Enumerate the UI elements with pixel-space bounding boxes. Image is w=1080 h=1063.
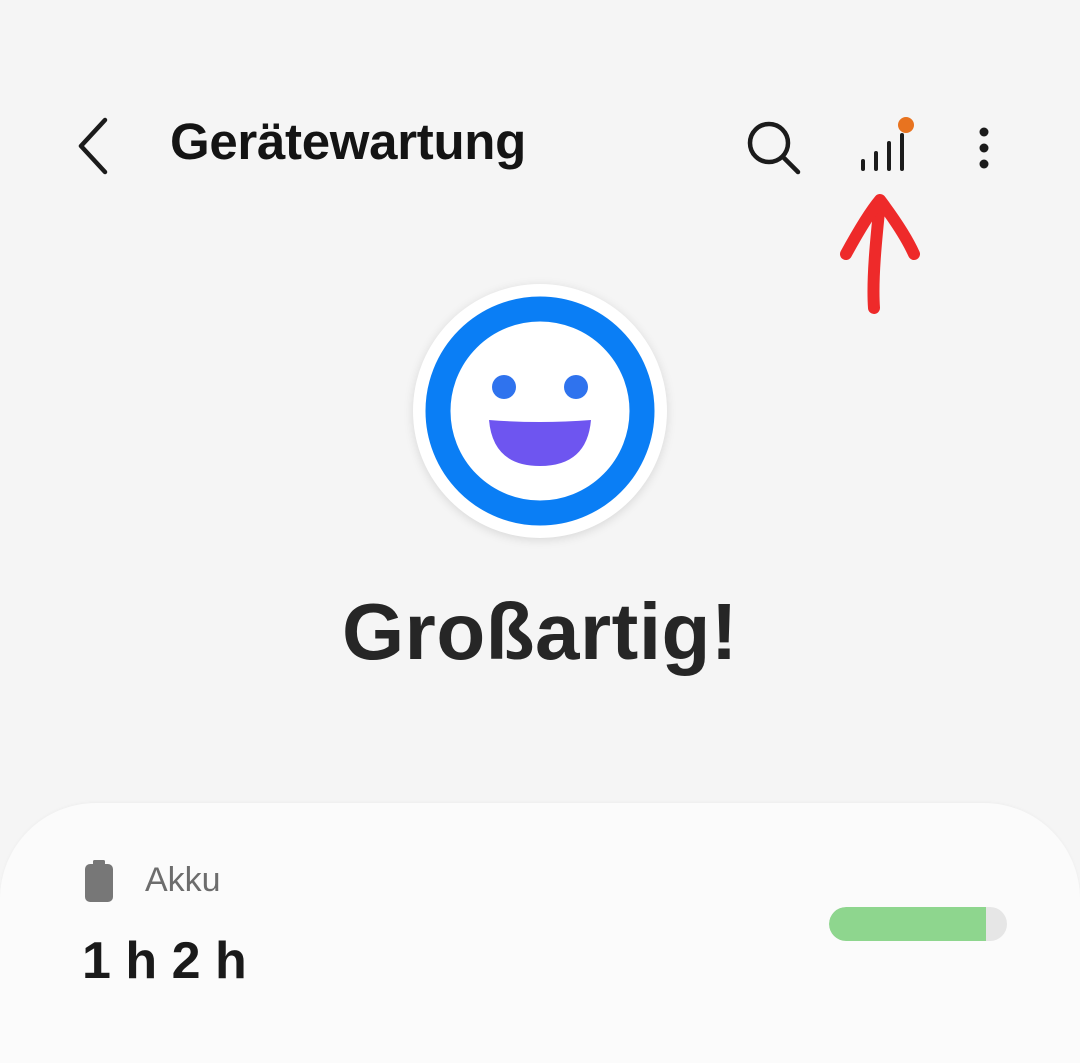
bar-chart-icon (861, 117, 914, 171)
more-vertical-icon (979, 127, 989, 169)
battery-card[interactable]: Akku 1 h 2 h (0, 803, 1080, 1063)
status-emoji (413, 284, 667, 538)
smiley-face-icon (425, 296, 655, 526)
red-arrow-annotation (840, 194, 920, 314)
notification-dot (898, 117, 914, 133)
search-icon (747, 121, 801, 175)
stats-button[interactable] (845, 108, 921, 184)
battery-level-fill (829, 907, 986, 941)
search-button[interactable] (736, 110, 812, 186)
chevron-left-icon (78, 117, 108, 175)
status-text: Großartig! (341, 587, 739, 676)
battery-card-title: Akku (145, 861, 221, 899)
back-button[interactable] (60, 108, 130, 184)
battery-remaining-value: 1 h 2 h (82, 932, 247, 990)
battery-icon (85, 860, 113, 902)
more-options-button[interactable] (955, 110, 1013, 186)
battery-level-bar (829, 907, 1007, 941)
page-title: Gerätewartung (170, 113, 527, 170)
